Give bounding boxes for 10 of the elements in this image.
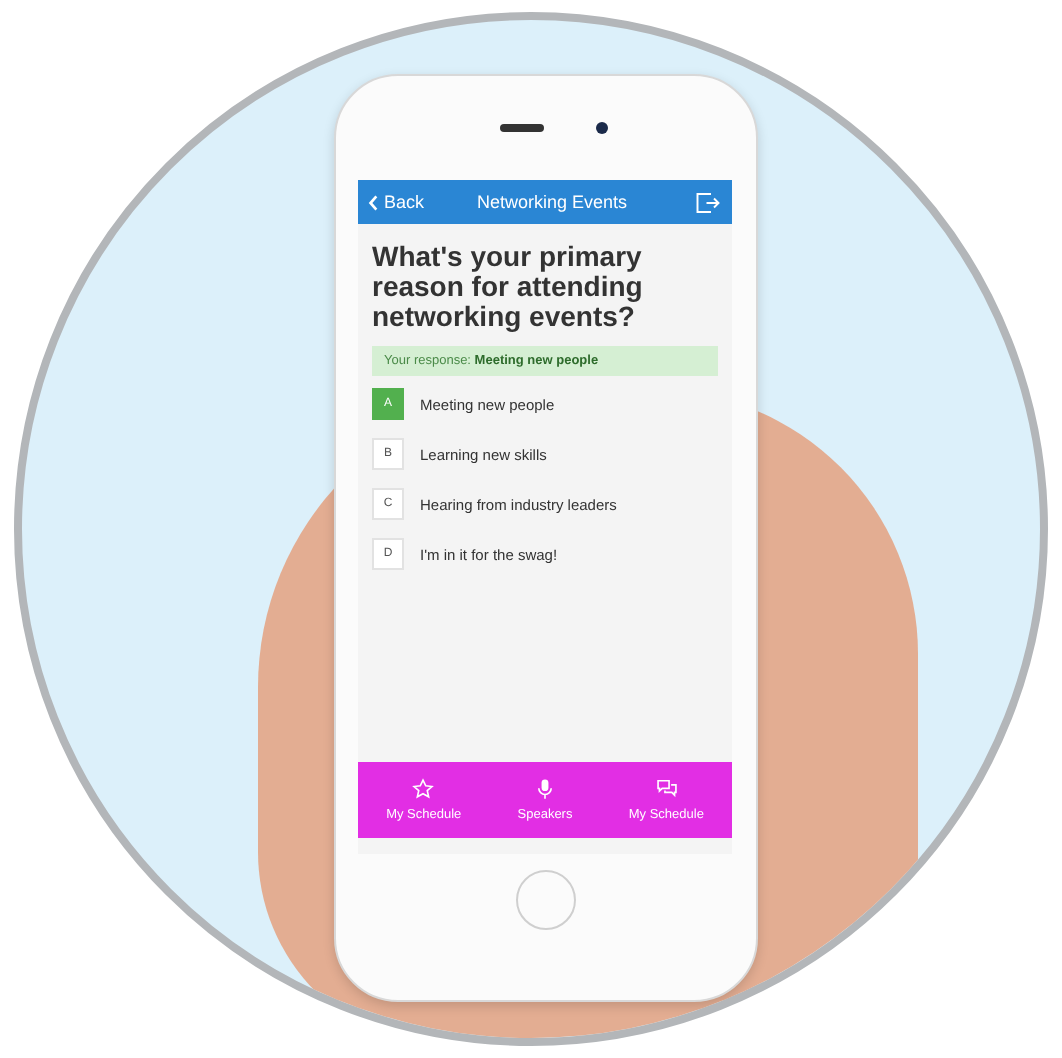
back-button[interactable]: Back	[362, 192, 425, 212]
chat-bubbles-icon	[655, 778, 678, 800]
chevron-left-icon	[368, 193, 378, 211]
screen-title: Networking Events	[474, 192, 630, 212]
camera-dot	[595, 122, 607, 134]
microphone-icon	[534, 778, 556, 800]
speaker-slot	[499, 124, 543, 132]
star-icon	[412, 778, 435, 800]
logout-icon[interactable]	[696, 191, 720, 213]
question-text: What's your primary reason for attending networking events?	[372, 242, 645, 332]
